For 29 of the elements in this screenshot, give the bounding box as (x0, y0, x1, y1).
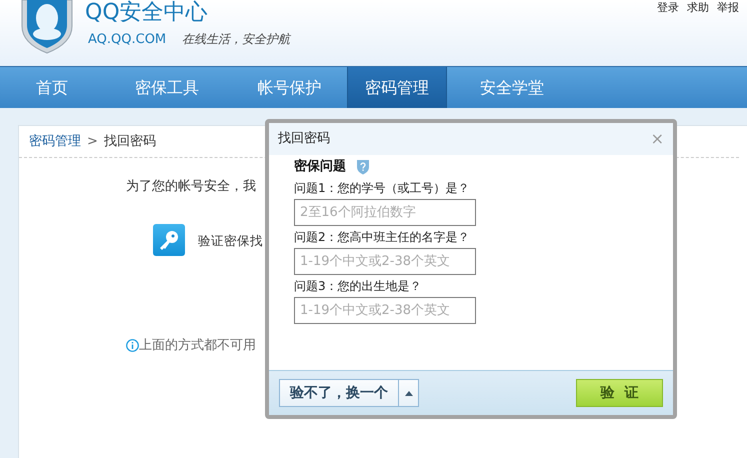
intro-text: 为了您的帐号安全，我 (126, 178, 256, 196)
site-title: QQ安全中心 (85, 0, 208, 26)
breadcrumb-link[interactable]: 密码管理 (29, 132, 81, 152)
nav-tab[interactable]: 密保工具 (102, 67, 232, 108)
answer-field[interactable]: 1-19个中文或2-38个英文 (294, 296, 476, 324)
fallback-link[interactable]: 上面的方式都不可用 (139, 336, 256, 356)
method-option[interactable]: 验证密保找 (198, 232, 263, 251)
answer-field[interactable]: 1-19个中文或2-38个英文 (294, 248, 476, 274)
shield-logo-icon (20, 0, 74, 54)
top-link[interactable]: 求助 (687, 0, 709, 16)
section-title: 密保问题 (294, 158, 346, 176)
nav-tab[interactable]: 安全学堂 (447, 67, 577, 108)
dialog-title: 找回密码 (278, 130, 330, 148)
nav-tab[interactable]: 帐号保护 (232, 67, 347, 108)
slogan: 在线生活，安全护航 (182, 31, 290, 48)
question-label: 问题2：您高中班主任的名字是？ (294, 228, 471, 244)
nav-tab[interactable]: 首页 (2, 67, 102, 108)
top-link[interactable]: 举报 (717, 0, 739, 16)
question-label: 问题3：您的出生地是？ (294, 278, 423, 294)
info-icon (126, 339, 139, 352)
nav-tab[interactable]: 密码管理 (347, 67, 447, 108)
breadcrumb-separator: > (87, 132, 98, 151)
key-icon (153, 224, 185, 256)
verify-button[interactable]: 验 证 (576, 379, 663, 407)
top-link[interactable]: 登录 (657, 0, 679, 16)
site-domain: AQ.QQ.COM (88, 31, 166, 49)
breadcrumb-current: 找回密码 (104, 132, 156, 151)
answer-field[interactable]: 2至16个阿拉伯数字 (294, 198, 476, 226)
question-label: 问题1：您的学号（或工号）是？ (294, 180, 471, 196)
